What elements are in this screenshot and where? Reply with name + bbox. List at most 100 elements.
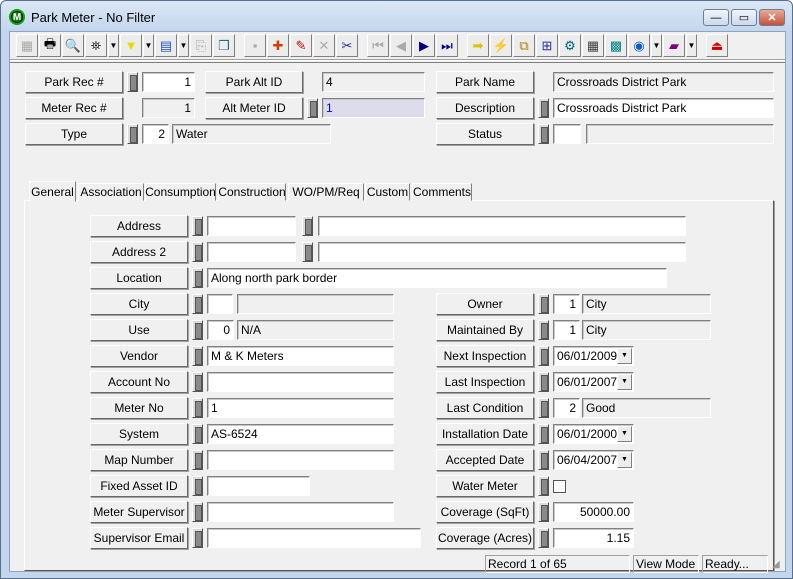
tab-consumption[interactable]: Consumption [145,183,216,201]
properties-button[interactable]: ⎘ [190,34,212,57]
last-inspection-grip[interactable] [538,372,549,392]
location-field[interactable]: Along north park border [207,268,667,288]
chevron-down-icon[interactable]: ▼ [617,426,632,442]
find-button[interactable]: ⛯ [85,34,107,57]
accepted-date-picker[interactable]: 06/04/2007 ▼ [553,450,634,470]
next-inspection-button[interactable]: Next Inspection [436,345,534,367]
accepted-date-button[interactable]: Accepted Date [436,449,534,471]
calculator-button[interactable]: ▦ [582,34,604,57]
alt-meter-id-grip[interactable] [307,98,318,118]
last-condition-code-field[interactable]: 2 [553,398,580,418]
find-dropdown-button[interactable]: ▼ [108,34,119,57]
installation-date-picker[interactable]: 06/01/2000 ▼ [553,424,634,444]
description-field[interactable]: Crossroads District Park [553,98,774,118]
address-button[interactable]: Address [90,215,188,237]
preview-button[interactable]: 🔍 [62,34,84,57]
supervisor-email-button[interactable]: Supervisor Email [90,527,188,549]
display-button[interactable]: ▦ [16,34,38,57]
meter-supervisor-button[interactable]: Meter Supervisor [90,501,188,523]
park-rec-button[interactable]: Park Rec # [25,71,123,93]
installation-date-button[interactable]: Installation Date [436,423,534,445]
description-button[interactable]: Description [436,97,534,119]
type-button[interactable]: Type [25,123,123,145]
globe-dropdown-button[interactable]: ▼ [651,34,662,57]
map-number-grip[interactable] [192,450,203,470]
globe-button[interactable]: ◉ [628,34,650,57]
park-rec-field[interactable]: 1 [142,72,195,92]
copy-record-button[interactable]: ❐ [213,34,235,57]
vendor-button[interactable]: Vendor [90,345,188,367]
alt-meter-id-button[interactable]: Alt Meter ID [205,97,303,119]
exit-button[interactable]: ⏏ [706,34,728,57]
fixed-asset-id-button[interactable]: Fixed Asset ID [90,475,188,497]
print-button[interactable]: 🖶 [39,34,61,57]
city-code-field[interactable] [207,294,233,314]
supervisor-email-grip[interactable] [192,528,203,548]
chevron-down-icon[interactable]: ▼ [617,348,632,364]
use-code-field[interactable]: 0 [207,320,234,340]
tab-general[interactable]: General [29,181,76,202]
water-meter-button[interactable]: Water Meter [436,475,534,497]
coverage-acres-field[interactable]: 1.15 [553,528,634,548]
vendor-field[interactable]: M & K Meters [207,346,394,366]
status-grip[interactable] [538,124,549,144]
city-grip[interactable] [192,294,203,314]
filter-button[interactable]: ▼ [120,34,142,57]
last-inspection-date-picker[interactable]: 06/01/2007 ▼ [553,372,634,392]
status-code-field[interactable] [553,124,581,144]
hierarchy-button[interactable]: ⊞ [536,34,558,57]
address-number-field[interactable] [207,216,296,236]
maximize-button[interactable]: ▭ [731,9,757,26]
equipment-button[interactable]: ⚙ [559,34,581,57]
maintained-by-grip[interactable] [538,320,549,340]
location-button[interactable]: Location [90,267,188,289]
map-tools-button[interactable]: ⧉ [513,34,535,57]
type-grip[interactable] [127,124,138,144]
account-no-field[interactable] [207,372,394,392]
coverage-sqft-button[interactable]: Coverage (SqFt) [436,501,534,523]
address2-street-field[interactable] [318,242,686,262]
address2-grip[interactable] [192,242,203,262]
chevron-down-icon[interactable]: ▼ [617,452,632,468]
coverage-acres-button[interactable]: Coverage (Acres) [436,527,534,549]
alt-meter-id-field[interactable]: 1 [322,98,425,118]
park-name-button[interactable]: Park Name [436,71,534,93]
add-record-button[interactable]: ✚ [267,34,289,57]
go-arrow-button[interactable]: ➡ [467,34,489,57]
meter-no-grip[interactable] [192,398,203,418]
next-inspection-grip[interactable] [538,346,549,366]
maintained-by-button[interactable]: Maintained By [436,319,534,341]
address2-number-field[interactable] [207,242,296,262]
system-field[interactable]: AS-6524 [207,424,394,444]
status-button[interactable]: Status [436,123,534,145]
edit-button[interactable]: ✎ [290,34,312,57]
last-record-button[interactable]: ⏭ [436,34,458,57]
map-number-field[interactable] [207,450,394,470]
water-meter-grip[interactable] [538,476,549,496]
coverage-sqft-grip[interactable] [538,502,549,522]
last-condition-button[interactable]: Last Condition [436,397,534,419]
installation-date-grip[interactable] [538,424,549,444]
meter-supervisor-field[interactable] [207,502,394,522]
map-number-button[interactable]: Map Number [90,449,188,471]
last-condition-grip[interactable] [538,398,549,418]
account-no-button[interactable]: Account No [90,371,188,393]
water-meter-checkbox[interactable] [553,480,566,493]
previous-record-button[interactable]: ◀ [390,34,412,57]
coverage-sqft-field[interactable]: 50000.00 [553,502,634,522]
account-no-grip[interactable] [192,372,203,392]
location-grip[interactable] [192,268,203,288]
next-record-button[interactable]: ▶ [413,34,435,57]
supervisor-email-field[interactable] [207,528,421,548]
park-alt-id-button[interactable]: Park Alt ID [205,71,303,93]
description-grip[interactable] [538,98,549,118]
vendor-grip[interactable] [192,346,203,366]
meter-rec-button[interactable]: Meter Rec # [25,97,123,119]
tab-construction[interactable]: Construction [218,183,286,201]
first-record-button[interactable]: ⏮ [367,34,389,57]
report-dropdown-button[interactable]: ▼ [178,34,189,57]
system-grip[interactable] [192,424,203,444]
address-street-grip[interactable] [302,216,313,236]
fixed-asset-id-grip[interactable] [192,476,203,496]
address2-button[interactable]: Address 2 [90,241,188,263]
